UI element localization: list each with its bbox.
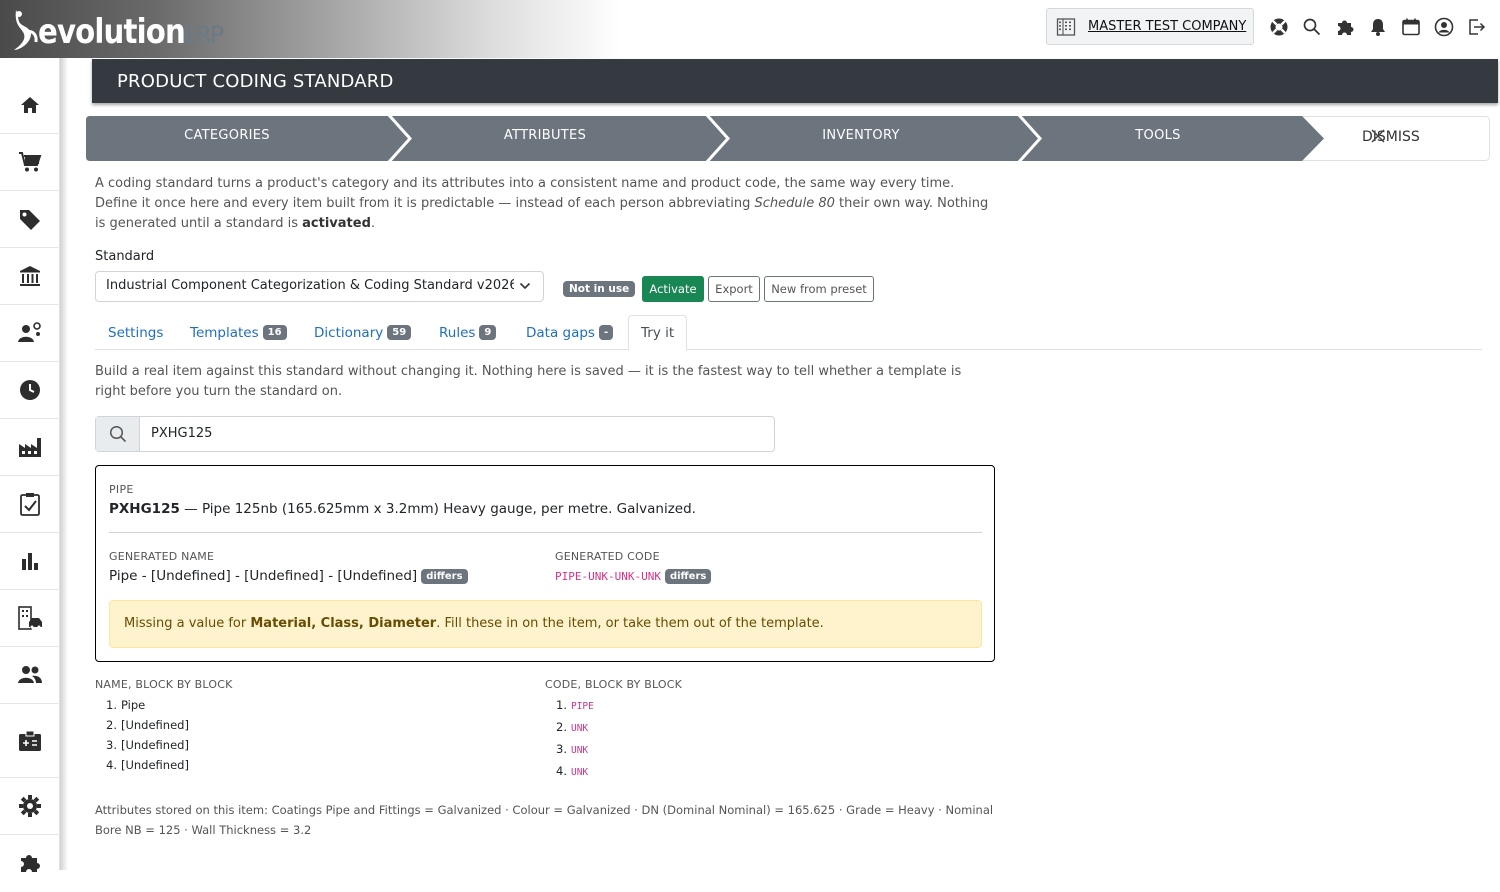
list-item: 2. [Undefined] <box>106 718 189 732</box>
export-button[interactable]: Export <box>708 276 760 302</box>
item-category: PIPE <box>109 483 134 496</box>
differs-badge: differs <box>664 569 712 584</box>
item-summary: PXHG125 — Pipe 125nb (165.625mm x 3.2mm)… <box>109 501 696 517</box>
list-item: 2. UNK <box>556 720 589 734</box>
tab-settings[interactable]: Settings <box>108 315 163 350</box>
rules-count-badge: 9 <box>479 325 497 340</box>
data-gaps-count-badge: - <box>598 325 614 340</box>
plugin-icon[interactable] <box>1328 14 1361 40</box>
intro-text: A coding standard turns a product's cate… <box>95 174 995 234</box>
bar-chart-icon[interactable] <box>0 533 60 590</box>
generated-name: Pipe - [Undefined] - [Undefined] - [Unde… <box>109 568 468 584</box>
step-categories[interactable]: CATEGORIES <box>86 128 368 143</box>
tab-templates[interactable]: Templates 16 <box>190 315 287 350</box>
step-tools[interactable]: TOOLS <box>1030 128 1286 143</box>
building-car-icon[interactable] <box>0 590 60 647</box>
step-inventory[interactable]: INVENTORY <box>718 128 1004 143</box>
people-icon[interactable] <box>0 647 60 704</box>
new-from-preset-button[interactable]: New from preset <box>764 276 874 302</box>
cart-icon[interactable] <box>0 134 60 191</box>
try-it-description: Build a real item against this standard … <box>95 364 962 399</box>
bank-icon[interactable] <box>0 248 60 305</box>
item-code: PXHG125 <box>109 501 180 517</box>
wizard-steps: CATEGORIES ATTRIBUTES INVENTORY TOOLS DI… <box>86 116 1490 161</box>
step-attributes[interactable]: ATTRIBUTES <box>400 128 690 143</box>
stored-attributes: Attributes stored on this item: Coatings… <box>95 803 994 837</box>
code-blocks-list: 1. PIPE 2. UNK 3. UNK 4. UNK <box>556 698 594 786</box>
differs-badge: differs <box>421 568 468 584</box>
name-blocks-list: 1. Pipe 2. [Undefined] 3. [Undefined] 4. [Un… <box>106 698 189 778</box>
standard-select[interactable]: Industrial Component Categorization & Co… <box>95 271 544 302</box>
sidebar <box>0 58 60 872</box>
generated-code-label: GENERATED CODE <box>555 550 660 563</box>
tab-dictionary[interactable]: Dictionary 59 <box>314 315 412 350</box>
building-icon <box>1056 17 1076 36</box>
top-toolbar <box>1262 14 1493 40</box>
search-input[interactable]: PXHG125 <box>151 426 212 441</box>
dismiss-button[interactable]: DISMISS <box>1362 129 1420 145</box>
logo-suffix: ERP <box>182 21 224 49</box>
intro-line-1: A coding standard turns a product's cate… <box>95 176 955 191</box>
bell-icon[interactable] <box>1361 14 1394 40</box>
home-icon[interactable] <box>0 77 60 134</box>
standard-tabs: Settings Templates 16 Dictionary 59 Rules 9… <box>95 315 1482 351</box>
intro-line-3: is generated until a standard is activat… <box>95 216 376 231</box>
tab-try-it[interactable]: Try it <box>628 315 688 351</box>
sidebar-shadow <box>60 58 68 870</box>
list-item: 3. [Undefined] <box>106 738 189 752</box>
list-item: 1. Pipe <box>106 698 146 712</box>
clock-icon[interactable] <box>0 362 60 419</box>
support-icon[interactable] <box>1262 14 1295 40</box>
id-card-icon[interactable] <box>0 704 60 778</box>
calendar-icon[interactable] <box>1394 14 1427 40</box>
factory-icon[interactable] <box>0 419 60 476</box>
page-header: PRODUCT CODING STANDARD <box>92 59 1498 103</box>
close-icon <box>1371 129 1385 143</box>
chevron-down-icon <box>519 282 531 290</box>
code-blocks-title: CODE, BLOCK BY BLOCK <box>545 678 683 691</box>
result-card: PIPE PXHG125 — Pipe 125nb (165.625mm x 3… <box>95 465 995 662</box>
list-item: 3. UNK <box>556 742 589 756</box>
tab-data-gaps[interactable]: Data gaps - <box>526 315 614 350</box>
company-selector[interactable]: MASTER TEST COMPANY <box>1046 8 1254 45</box>
logo-text: evolution <box>38 12 186 52</box>
search-icon[interactable] <box>1295 14 1328 40</box>
generated-name-label: GENERATED NAME <box>109 550 215 563</box>
tab-rules[interactable]: Rules 9 <box>439 315 497 350</box>
standard-selected-value: Industrial Component Categorization & Co… <box>106 278 514 293</box>
user-icon[interactable] <box>1427 14 1460 40</box>
missing-values-alert: Missing a value for Material, Class, Dia… <box>109 600 982 648</box>
list-item: 4. [Undefined] <box>106 758 189 772</box>
list-item: 1. PIPE <box>556 698 594 712</box>
intro-line-2: Define it once here and every item built… <box>95 196 989 211</box>
divider <box>109 532 982 533</box>
settings-icon[interactable] <box>0 778 60 835</box>
logo-swoosh-icon <box>14 10 38 50</box>
dictionary-count-badge: 59 <box>387 325 412 340</box>
item-search[interactable]: PXHG125 <box>95 416 775 452</box>
item-description: — Pipe 125nb (165.625mm x 3.2mm) Heavy g… <box>179 501 696 517</box>
app-logo[interactable]: evolution ERP <box>10 6 224 52</box>
page-title: PRODUCT CODING STANDARD <box>117 71 394 92</box>
standard-label: Standard <box>95 249 155 264</box>
users-gear-icon[interactable] <box>0 305 60 362</box>
status-badge: Not in use <box>563 281 636 297</box>
plugin-icon[interactable] <box>0 835 60 892</box>
logout-icon[interactable] <box>1460 14 1493 40</box>
activate-button[interactable]: Activate <box>642 276 704 302</box>
name-blocks-title: NAME, BLOCK BY BLOCK <box>95 678 233 691</box>
company-name: MASTER TEST COMPANY <box>1088 19 1247 34</box>
templates-count-badge: 16 <box>262 325 287 340</box>
generated-code: PIPE-UNK-UNK-UNK differs <box>555 569 712 584</box>
search-icon <box>96 417 140 451</box>
clipboard-check-icon[interactable] <box>0 476 60 533</box>
tag-icon[interactable] <box>0 191 60 248</box>
top-bar: evolution ERP MASTER TEST COMPANY <box>0 0 1500 58</box>
list-item: 4. UNK <box>556 764 589 778</box>
